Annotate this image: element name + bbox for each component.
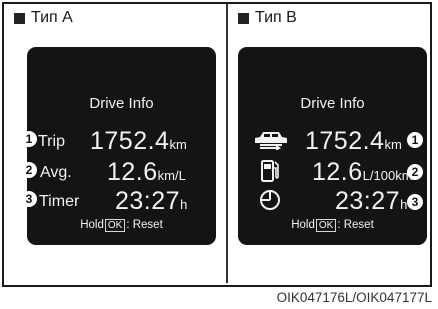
hold-text: Hold — [80, 219, 104, 231]
hold-text: Hold — [291, 219, 315, 231]
trip-row: 1 Trip 1752.4km — [21, 127, 216, 156]
panel-a-header: Тип A — [14, 9, 73, 27]
timer-value-group: 23:27h — [335, 187, 407, 216]
timer-value-group: 23:27h — [115, 187, 187, 216]
trip-unit: km — [169, 137, 187, 152]
hold-reset-hint: Hold OK: Reset — [238, 219, 427, 232]
reset-text: : Reset — [337, 219, 374, 231]
fuel-row: 12.6L/100km 2 — [238, 158, 427, 187]
avg-value-group: 12.6km/L — [107, 158, 186, 187]
panel-b-display: Drive Info 1752.4km 1 12.6L/100km 2 23:2… — [238, 47, 427, 245]
callout-1-badge: 1 — [21, 131, 37, 147]
timer-label: Timer — [39, 193, 80, 210]
avg-unit: km/L — [157, 168, 186, 183]
panel-divider — [226, 4, 228, 283]
trip-value-group: 1752.4km — [305, 127, 402, 156]
trip-value-group: 1752.4km — [90, 127, 187, 156]
car-icon — [255, 132, 287, 150]
panel-b-header: Тип B — [238, 9, 297, 27]
reset-text: : Reset — [126, 219, 163, 231]
drive-info-title: Drive Info — [300, 95, 365, 112]
trip-unit: km — [384, 137, 402, 152]
timer-value: 23:27 — [115, 187, 181, 215]
callout-3-badge: 3 — [21, 191, 37, 207]
panel-a-display: Drive Info 1 Trip 1752.4km 2 Avg. 12.6km… — [21, 47, 216, 245]
fuel-value: 12.6 — [312, 158, 363, 186]
trip-label: Trip — [38, 133, 65, 150]
fuel-pump-icon — [261, 160, 279, 182]
callout-1-badge: 1 — [407, 132, 423, 148]
timer-value: 23:27 — [335, 187, 401, 215]
timer-row: 3 Timer 23:27h — [21, 187, 216, 216]
panel-b-header-label: Тип B — [255, 9, 297, 26]
avg-label: Avg. — [40, 164, 72, 181]
trip-value: 1752.4 — [90, 127, 170, 155]
callout-2-badge: 2 — [21, 162, 37, 178]
callout-2-badge: 2 — [407, 164, 423, 180]
callout-3-badge: 3 — [407, 194, 423, 210]
timer-unit: h — [180, 197, 188, 212]
timer-row: 23:27h 3 — [238, 187, 427, 216]
clock-icon — [260, 190, 280, 210]
hold-reset-hint: Hold OK: Reset — [27, 219, 216, 232]
trip-value: 1752.4 — [305, 127, 385, 155]
ok-button-label: OK — [315, 219, 337, 232]
avg-value: 12.6 — [107, 158, 158, 186]
figure-code-caption: OIK047176L/OIK047177L — [276, 290, 432, 305]
fuel-value-group: 12.6L/100km — [312, 158, 413, 187]
drive-info-title: Drive Info — [89, 95, 154, 112]
avg-row: 2 Avg. 12.6km/L — [21, 158, 216, 187]
panel-a-header-label: Тип A — [31, 9, 73, 26]
fuel-unit: L/100km — [362, 168, 413, 183]
trip-row: 1752.4km 1 — [238, 127, 427, 156]
square-bullet-icon — [238, 12, 249, 24]
ok-button-label: OK — [104, 219, 126, 232]
square-bullet-icon — [14, 12, 25, 24]
